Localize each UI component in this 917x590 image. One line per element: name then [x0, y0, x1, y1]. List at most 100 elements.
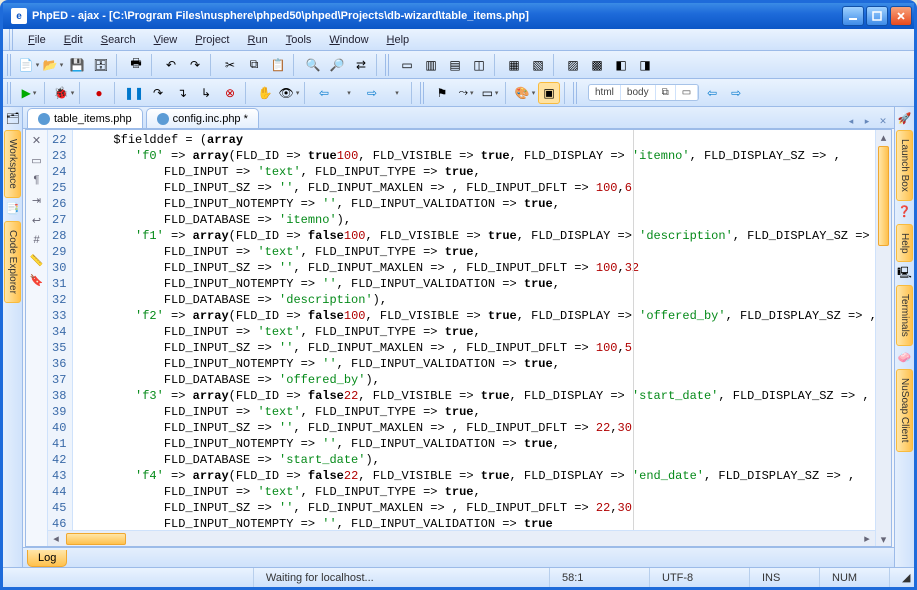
window-layout2-button[interactable]: ▧ [527, 54, 549, 76]
debug-button[interactable]: 🐞 [53, 82, 75, 104]
gutter-hash-icon[interactable]: # [29, 232, 45, 248]
window-layout6-button[interactable]: ◨ [634, 54, 656, 76]
eval-button[interactable]: ✋ [254, 82, 276, 104]
minimize-button[interactable] [842, 6, 864, 26]
window-layout5-button[interactable]: ◧ [610, 54, 632, 76]
toolbar-grip[interactable] [7, 82, 13, 104]
scroll-right-icon[interactable]: ▸ [859, 532, 875, 546]
print-button[interactable]: 🖶 [125, 54, 147, 76]
paste-button[interactable]: 📋 [267, 54, 289, 76]
new-button[interactable]: 📄 [18, 54, 40, 76]
toolbar-grip[interactable] [7, 54, 13, 76]
gutter-bookmark-icon[interactable]: 🔖 [29, 272, 45, 288]
toolbar-grip[interactable] [573, 82, 579, 104]
help-icon[interactable]: ❓ [897, 204, 913, 220]
nav-back-button[interactable]: ⇦ [313, 82, 335, 104]
step-over-button[interactable]: ↷ [147, 82, 169, 104]
close-button[interactable] [890, 6, 912, 26]
toolbar-grip[interactable] [9, 29, 15, 51]
gutter-toggle-icon[interactable]: ▭ [29, 152, 45, 168]
block-button[interactable]: ▭ [479, 82, 501, 104]
code-area[interactable]: 2223242526272829303132333435363738394041… [48, 130, 875, 530]
tab-close-icon[interactable]: ✕ [876, 114, 890, 128]
right-tab-nusoap[interactable]: NuSoap Client [896, 369, 913, 451]
maximize-button[interactable] [866, 6, 888, 26]
menu-file[interactable]: File [20, 31, 54, 49]
replace-button[interactable]: ⇄ [350, 54, 372, 76]
menu-view[interactable]: View [146, 31, 186, 49]
save-all-button[interactable]: 🗄 [90, 54, 112, 76]
gutter-wrap-icon[interactable]: ↩ [29, 212, 45, 228]
nusoap-icon[interactable]: 🧼 [897, 349, 913, 365]
dom-breadcrumb[interactable]: html body ⧉ ▭ [588, 84, 699, 101]
code-explorer-icon[interactable]: 📑 [5, 201, 21, 217]
terminals-icon[interactable]: 🖳 [897, 265, 913, 281]
toolbar-grip[interactable] [385, 54, 391, 76]
pause-button[interactable]: ❚❚ [123, 82, 145, 104]
open-button[interactable]: 📂 [42, 54, 64, 76]
gutter-line-icon[interactable]: ¶ [29, 172, 45, 188]
nav-prev-button[interactable]: ⇦ [701, 82, 723, 104]
workspace-icon[interactable]: 🗂 [5, 110, 21, 126]
close-editor-icon[interactable]: ✕ [29, 132, 45, 148]
nav-next-button[interactable]: ⇨ [725, 82, 747, 104]
scroll-down-icon[interactable]: ▾ [876, 532, 891, 546]
goto-button[interactable]: ⤳ [455, 82, 477, 104]
save-button[interactable]: 💾 [66, 54, 88, 76]
gutter-ruler-icon[interactable]: 📏 [29, 252, 45, 268]
log-tab[interactable]: Log [27, 550, 67, 567]
scroll-thumb[interactable] [66, 533, 126, 545]
crumb-icon[interactable]: ⧉ [656, 85, 676, 100]
right-tab-launch[interactable]: Launch Box [896, 130, 913, 201]
menu-help[interactable]: Help [379, 31, 418, 49]
resize-grip[interactable]: ◢ [890, 568, 914, 587]
step-out-button[interactable]: ↳ [195, 82, 217, 104]
breakpoint-button[interactable]: ● [88, 82, 110, 104]
run-button[interactable]: ▶ [18, 82, 40, 104]
find-in-files-button[interactable]: 🔎 [326, 54, 348, 76]
copy-button[interactable]: ⧉ [243, 54, 265, 76]
undo-button[interactable]: ↶ [160, 54, 182, 76]
cut-button[interactable]: ✂ [219, 54, 241, 76]
file-tab-active[interactable]: table_items.php [27, 108, 143, 128]
horizontal-scrollbar[interactable]: ◂ ▸ [48, 530, 875, 546]
window-layout3-button[interactable]: ▨ [562, 54, 584, 76]
nav-back-history[interactable] [337, 82, 359, 104]
menu-run[interactable]: Run [240, 31, 276, 49]
menu-edit[interactable]: Edit [56, 31, 91, 49]
vertical-scrollbar[interactable]: ▴ ▾ [875, 130, 891, 546]
palette-button[interactable]: 🎨 [514, 82, 536, 104]
window-tile-v-button[interactable]: ▤ [444, 54, 466, 76]
left-tab-workspace[interactable]: Workspace [4, 130, 21, 198]
launch-box-icon[interactable]: 🚀 [897, 110, 913, 126]
stop-button[interactable]: ⊗ [219, 82, 241, 104]
gutter-indent-icon[interactable]: ⇥ [29, 192, 45, 208]
menu-tools[interactable]: Tools [278, 31, 320, 49]
watch-button[interactable]: 👁 [278, 82, 300, 104]
left-tab-code-explorer[interactable]: Code Explorer [4, 221, 21, 303]
window-split-button[interactable]: ▭ [396, 54, 418, 76]
toolbar-grip[interactable] [420, 82, 426, 104]
scroll-thumb-v[interactable] [878, 146, 889, 246]
window-tile-h-button[interactable]: ▥ [420, 54, 442, 76]
titlebar[interactable]: e PhpED - ajax - [C:\Program Files\nusph… [3, 3, 914, 29]
menu-window[interactable]: Window [321, 31, 376, 49]
scroll-left-icon[interactable]: ◂ [48, 532, 64, 546]
bookmark-button[interactable]: ⚑ [431, 82, 453, 104]
right-tab-terminals[interactable]: Terminals [896, 285, 913, 346]
crumb-html[interactable]: html [589, 85, 621, 100]
window-layout1-button[interactable]: ▦ [503, 54, 525, 76]
menu-search[interactable]: Search [93, 31, 144, 49]
tab-prev-icon[interactable]: ◂ [844, 114, 858, 128]
scroll-up-icon[interactable]: ▴ [876, 130, 891, 144]
window-cascade-button[interactable]: ◫ [468, 54, 490, 76]
highlight-button[interactable]: ▣ [538, 82, 560, 104]
window-layout4-button[interactable]: ▩ [586, 54, 608, 76]
menu-project[interactable]: Project [187, 31, 237, 49]
nav-fwd-history[interactable] [385, 82, 407, 104]
crumb-icon2[interactable]: ▭ [676, 85, 698, 100]
step-into-button[interactable]: ↴ [171, 82, 193, 104]
nav-fwd-button[interactable]: ⇨ [361, 82, 383, 104]
file-tab[interactable]: config.inc.php * [146, 108, 259, 128]
crumb-body[interactable]: body [621, 85, 656, 100]
